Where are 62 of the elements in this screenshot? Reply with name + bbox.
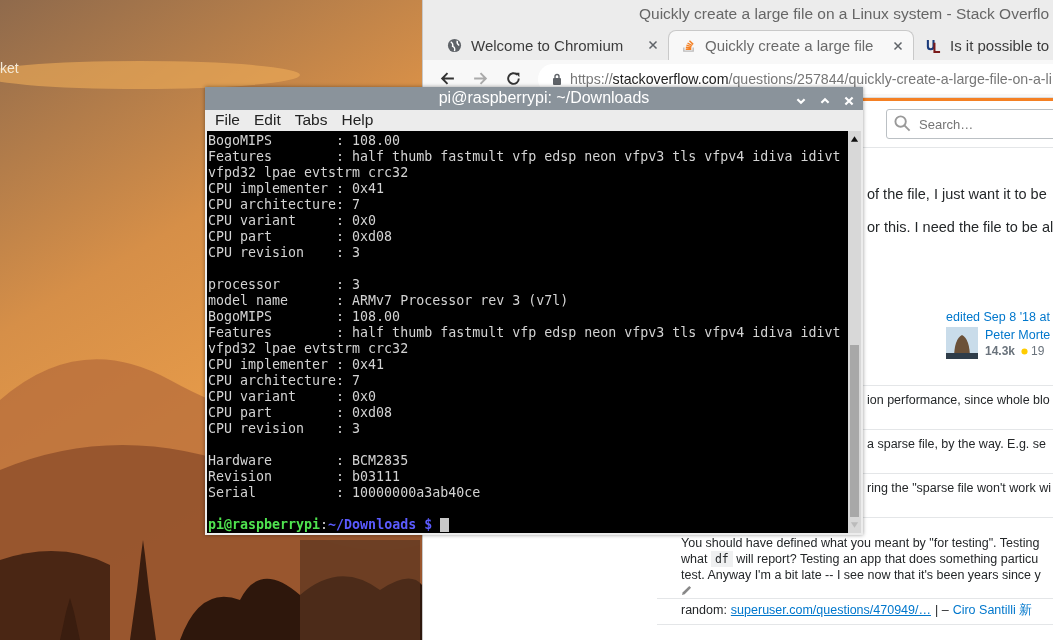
terminal-line: Serial : 10000000a3ab40ce bbox=[208, 485, 482, 501]
terminal-line: Features : half thumb fastmult vfp edsp neon vfpv3 tls vfpv4 idiva idivt bbox=[208, 149, 842, 165]
reload-icon[interactable] bbox=[505, 70, 522, 87]
comment-text: ring the "sparse file won't work wi bbox=[867, 480, 1052, 497]
comment-text: what df will report? Testing an app that does something particu bbox=[681, 551, 1040, 567]
comment-text: test. Anyway I'm a bit late -- I see now that it's been years since y bbox=[681, 567, 1042, 583]
reputation: 14.3k bbox=[985, 343, 1016, 359]
browser-tab[interactable]: Quickly create a large file bbox=[668, 30, 914, 60]
terminal-line: BogoMIPS : 108.00 bbox=[208, 133, 402, 149]
lock-icon bbox=[552, 72, 562, 85]
search-field[interactable]: Search… bbox=[886, 109, 1053, 139]
terminal-line: CPU variant : 0x0 bbox=[208, 389, 378, 405]
terminal-line: CPU architecture: 7 bbox=[208, 197, 362, 213]
question-text: or this. I need the file to be al bbox=[866, 218, 1053, 237]
shell-prompt: pi@raspberrypi:~/Downloads $ bbox=[208, 517, 433, 533]
edit-link[interactable]: edited Sep 8 '18 at bbox=[946, 307, 1053, 327]
site-logo-icon bbox=[926, 37, 941, 53]
terminal-line: CPU implementer : 0x41 bbox=[208, 357, 386, 373]
question-text: of the file, I just want it to be bbox=[866, 185, 1048, 204]
terminal-line: CPU part : 0xd08 bbox=[208, 229, 394, 245]
terminal-line: CPU part : 0xd08 bbox=[208, 405, 394, 421]
user-name[interactable]: Peter Morte bbox=[985, 327, 1051, 343]
menu-item[interactable]: Help bbox=[341, 111, 374, 130]
browser-tab[interactable]: Welcome to Chromium bbox=[435, 30, 668, 60]
terminal-line: BogoMIPS : 108.00 bbox=[208, 309, 402, 325]
scrollbar[interactable] bbox=[848, 131, 861, 533]
url-text: https://stackoverflow.com/questions/257844/quickly-create-a-large-file-on-a-li bbox=[570, 70, 1052, 87]
terminal-line: vfpd32 lpae evtstrm crc32 bbox=[208, 341, 410, 357]
comment-text: a sparse file, by the way. E.g. se bbox=[867, 436, 1048, 453]
terminal-line: Features : half thumb fastmult vfp edsp neon vfpv3 tls vfpv4 idiva idivt bbox=[208, 325, 842, 341]
badge-count: 19 bbox=[1031, 343, 1045, 359]
badge-icon bbox=[1021, 347, 1029, 355]
globe-icon bbox=[447, 37, 462, 53]
terminal-line: vfpd32 lpae evtstrm crc32 bbox=[208, 165, 410, 181]
comment-text: ion performance, since whole blo bbox=[867, 392, 1051, 409]
scroll-up-icon[interactable] bbox=[850, 135, 859, 143]
terminal-line: Hardware : BCM2835 bbox=[208, 453, 410, 469]
comment-author[interactable]: Ciro Santilli 新 bbox=[952, 602, 1033, 619]
terminal-line: CPU revision : 3 bbox=[208, 245, 362, 261]
terminal-line: model name : ARMv7 Processor rev 3 (v7l) bbox=[208, 293, 570, 309]
menu-item[interactable]: Edit bbox=[254, 111, 281, 130]
stack-logo-icon bbox=[681, 38, 696, 53]
browser-tab[interactable]: Is it possible to bbox=[914, 30, 1053, 60]
comment-separator: | – bbox=[935, 602, 949, 619]
menu-item[interactable]: Tabs bbox=[294, 111, 328, 130]
search-icon bbox=[894, 115, 911, 132]
terminal-line: CPU architecture: 7 bbox=[208, 373, 362, 389]
close-icon[interactable] bbox=[893, 40, 903, 51]
terminal-line: Revision : b03111 bbox=[208, 469, 402, 485]
terminal-line: CPU implementer : 0x41 bbox=[208, 181, 386, 197]
menu-item[interactable]: File bbox=[215, 111, 240, 130]
cursor bbox=[440, 518, 450, 532]
comment-link[interactable]: superuser.com/questions/470949/… bbox=[730, 603, 931, 617]
comment-text: You should have defined what you meant by "for testing". Testing bbox=[681, 535, 1041, 551]
terminal-line: CPU revision : 3 bbox=[208, 421, 362, 437]
close-icon[interactable] bbox=[648, 40, 658, 50]
terminal-line: CPU variant : 0x0 bbox=[208, 213, 378, 229]
avatar bbox=[946, 327, 978, 359]
terminal-line: processor : 3 bbox=[208, 277, 362, 293]
back-icon[interactable] bbox=[439, 70, 456, 87]
comment-text: random: bbox=[681, 602, 727, 619]
window-title: Quickly create a large file on a Linux system - Stack Overflo bbox=[639, 5, 1050, 23]
